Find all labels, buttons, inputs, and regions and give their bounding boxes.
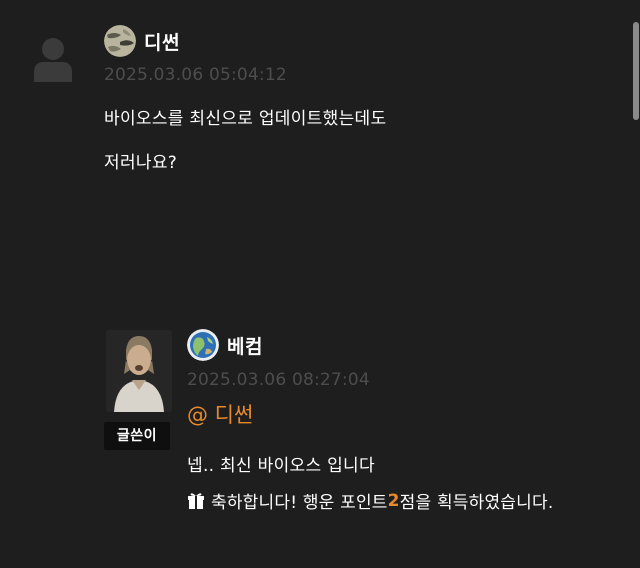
- author-name[interactable]: 베컴: [227, 332, 263, 359]
- author-name[interactable]: 디썬: [144, 28, 180, 55]
- lucky-points-value: 2: [387, 490, 400, 511]
- lucky-prefix: 축하합니다! 행운 포인트: [211, 493, 388, 513]
- default-user-icon[interactable]: [32, 36, 74, 82]
- lucky-suffix: 점을 획득하였습니다.: [399, 493, 554, 513]
- scrollbar[interactable]: [632, 0, 640, 568]
- comment-timestamp: 2025.03.06 05:04:12: [104, 65, 287, 85]
- comment-item: 디썬 2025.03.06 05:04:12 바이오스를 최신으로 업데이트했는…: [0, 0, 630, 280]
- mention-tag[interactable]: @ 디썬: [187, 399, 253, 429]
- comment-body-line: 바이오스를 최신으로 업데이트했는데도: [104, 109, 387, 129]
- comment-item: 글쓴이 베컴 2025.03.06 08:27:04 @ 디썬 넵.. 최신 바…: [0, 312, 630, 568]
- author-row: 베컴: [187, 328, 263, 362]
- author-badge: 글쓴이: [104, 422, 170, 450]
- globe-level-icon: [187, 329, 219, 361]
- user-photo-avatar[interactable]: [106, 330, 172, 412]
- comment-body-line: 넵.. 최신 바이오스 입니다: [187, 456, 375, 476]
- comment-timestamp: 2025.03.06 08:27:04: [187, 370, 370, 390]
- gift-icon: [187, 492, 205, 510]
- lucky-points-message: 축하합니다! 행운 포인트 2 점을 획득하였습니다.: [187, 488, 553, 513]
- comment-body-line: 저러나요?: [104, 153, 178, 173]
- author-row: 디썬: [104, 24, 180, 58]
- scrollbar-thumb[interactable]: [633, 22, 639, 120]
- camo-level-icon: [104, 25, 136, 57]
